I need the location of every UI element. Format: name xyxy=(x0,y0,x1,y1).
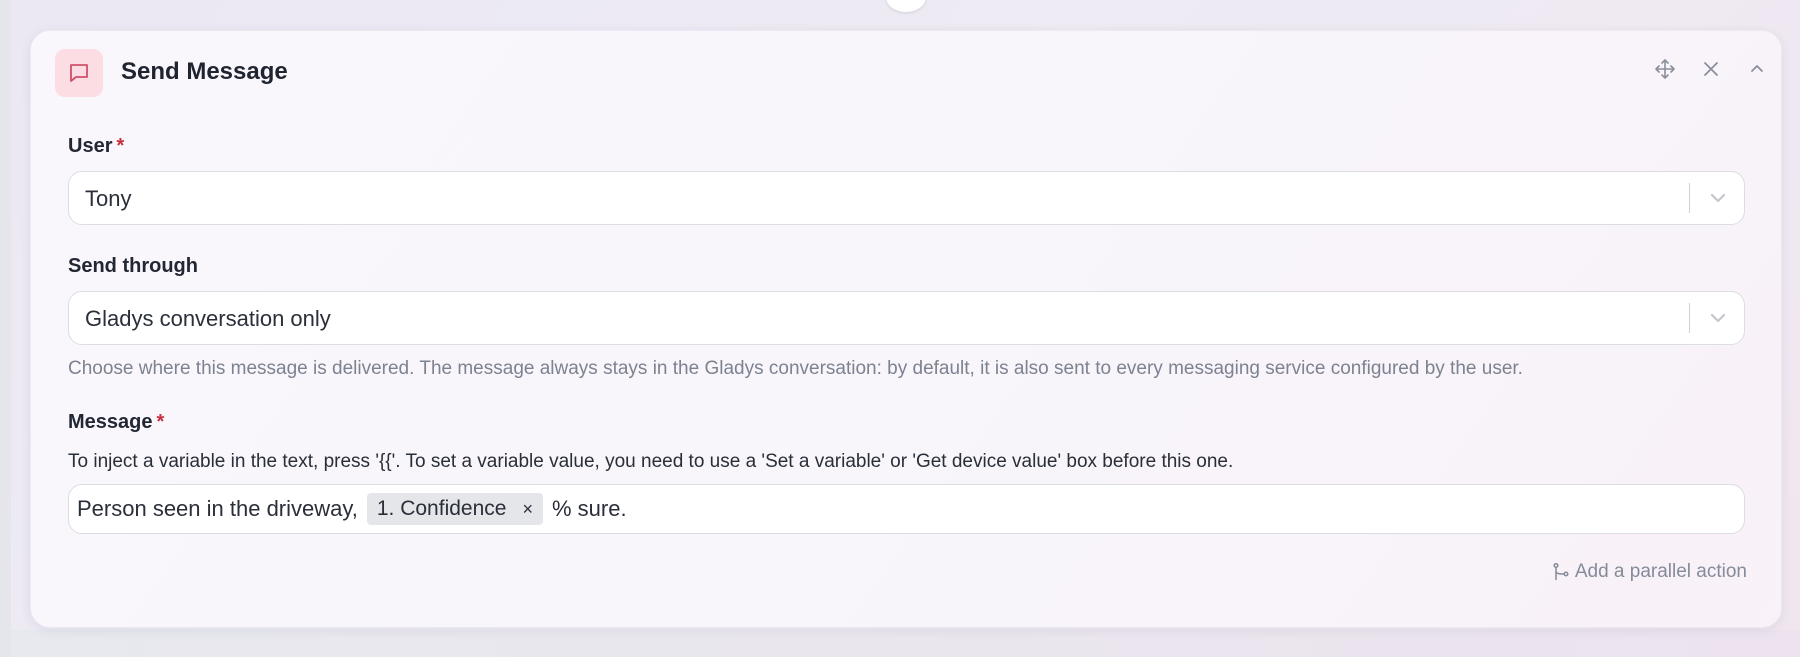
message-text-before: Person seen in the driveway, xyxy=(77,496,358,521)
add-parallel-action-link[interactable]: Add a parallel action xyxy=(1551,561,1747,583)
chevron-down-icon[interactable] xyxy=(1706,306,1730,330)
send-through-select-value: Gladys conversation only xyxy=(85,306,331,331)
move-icon[interactable] xyxy=(1651,55,1679,83)
remove-variable-icon[interactable]: × xyxy=(522,499,533,520)
send-through-select[interactable]: Gladys conversation only xyxy=(68,291,1745,345)
send-through-help-text: Choose where this message is delivered. … xyxy=(68,358,1523,379)
canvas-background xyxy=(11,630,1800,657)
variable-chip-label: 1. Confidence xyxy=(376,497,507,520)
send-through-label: Send through xyxy=(68,255,198,277)
connection-handle[interactable] xyxy=(886,0,926,12)
chevron-up-icon[interactable] xyxy=(1743,55,1771,83)
user-select-value: Tony xyxy=(85,186,132,211)
required-mark: * xyxy=(116,135,125,157)
user-select[interactable]: Tony xyxy=(68,171,1745,225)
message-square-icon xyxy=(55,49,103,97)
message-text-after: % sure. xyxy=(551,496,627,521)
user-label-text: User xyxy=(68,135,113,157)
message-hint-text: To inject a variable in the text, press … xyxy=(68,451,1234,472)
message-label-text: Message xyxy=(68,411,153,433)
message-field-label: Message * xyxy=(68,411,164,434)
close-icon[interactable] xyxy=(1697,55,1725,83)
chevron-down-icon[interactable] xyxy=(1706,186,1730,210)
git-branch-icon xyxy=(1553,562,1569,581)
send-message-action-card: Send Message User * Tony Send through Gla… xyxy=(30,30,1782,628)
add-parallel-action-label: Add a parallel action xyxy=(1574,561,1747,582)
required-mark: * xyxy=(156,411,165,433)
user-field-label: User * xyxy=(68,135,124,158)
select-divider xyxy=(1689,183,1690,213)
left-panel-edge xyxy=(0,0,11,657)
message-input[interactable]: Person seen in the driveway, 1. Confiden… xyxy=(68,484,1745,534)
select-divider xyxy=(1689,303,1690,333)
variable-chip[interactable]: 1. Confidence × xyxy=(366,493,543,525)
card-title: Send Message xyxy=(121,58,288,85)
